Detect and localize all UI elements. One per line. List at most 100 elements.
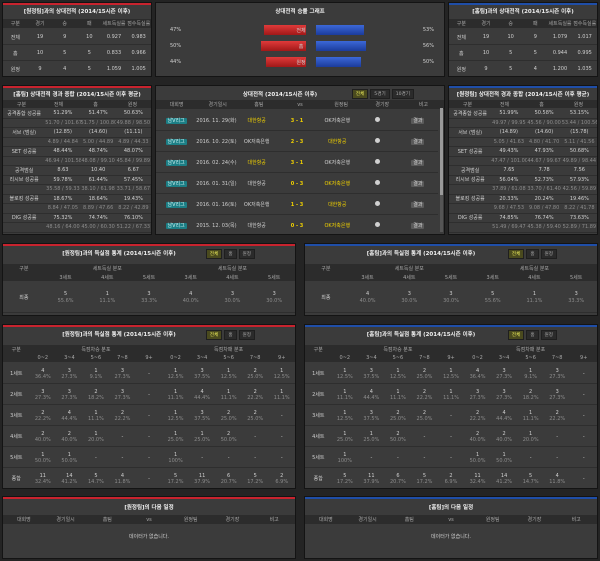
table-cell: 5 55.6% (472, 291, 514, 305)
table-cell: 4 44.4% (56, 410, 83, 422)
tab-3[interactable]: 원정 (540, 330, 557, 340)
cell-count: - (556, 433, 559, 440)
column-header: 5~6 (90, 355, 102, 361)
cell-percent: 22.2% (247, 394, 264, 401)
cell-percent: 12.5% (167, 373, 184, 380)
table-row: 원정 9 4 5 1.059 1.005 (3, 62, 151, 76)
table-cell: - (517, 455, 544, 461)
column-header: vs (297, 101, 303, 108)
cell-count: - (582, 433, 585, 440)
table-cell: - (570, 371, 597, 377)
result-button[interactable]: 결과 (411, 202, 425, 208)
table-cell: 19 (482, 34, 490, 40)
column-header: 3세트 (59, 274, 72, 281)
scrollbar[interactable] (440, 108, 443, 232)
competition-badge: 남V리그 (165, 223, 187, 229)
result-button[interactable]: 결과 (411, 223, 425, 229)
table-cell: 블로킹 성공률 (9, 196, 39, 203)
table-cell: 52.89 / 71.89 (562, 224, 597, 231)
result-button[interactable]: 결과 (411, 160, 425, 166)
table-cell: 3 27.3% (56, 368, 83, 380)
away-team: OK저축은행 (324, 118, 351, 124)
scroll-thumb[interactable] (440, 108, 443, 195)
tab-2[interactable]: 홈 (224, 330, 237, 340)
table-cell: 1 11.1% (83, 410, 110, 422)
cell-count: - (254, 454, 257, 461)
table-row: 37.89 / 61.08 33.70 / 61.40 42.56 / 59.89 (449, 185, 597, 195)
column-header: 7~8 (117, 355, 128, 361)
sets-right-panel: [홈팀]과의 득실점 통계 (2014/15시즌 이후) 전체 홈 원정 구분 세트득… (304, 243, 598, 316)
table-row: 4세트 1 25.0% 1 25.0% 2 50.0% - -2 40.0% 2 40.0% 1 20.0… (305, 427, 597, 447)
tab-2[interactable]: 홈 (526, 330, 539, 340)
table-cell: 3 30.0% (388, 291, 430, 305)
match-score: 0 - 3 (290, 222, 304, 229)
tab-1[interactable]: 전체 (205, 330, 223, 340)
table-cell: 6.67 (127, 167, 139, 174)
table-cell: 1 9.1% (517, 368, 544, 380)
table-cell: - (570, 434, 597, 440)
table-row: 블로킹 성공률 18.67% 18.64% 19.43% (3, 195, 151, 204)
result-button[interactable]: 결과 (411, 139, 425, 145)
table-row: 전체 19 9 10 0.927 0.983 (3, 30, 151, 45)
cell-percent: 11.1% (526, 297, 543, 304)
venue-icon (375, 201, 381, 206)
table-row: 블로킹 성공률 20.33% 20.24% 19.46% (449, 195, 597, 204)
panel-title: 상대전적 승률 그래프 (275, 9, 325, 15)
table-cell: 33.70 / 61.40 (527, 186, 561, 193)
row-label-header: 구분 (321, 266, 331, 272)
tab-2[interactable]: 5경기 (370, 89, 390, 99)
home-team: 대한항공 (247, 118, 266, 124)
column-header: 원정팀 (485, 517, 500, 523)
table-row: 홈 10 5 5 0.833 0.966 (3, 46, 151, 61)
tab-1[interactable]: 전체 (507, 330, 525, 340)
table-cell: 50.68% (569, 148, 589, 155)
table-cell: 11 32.4% (30, 473, 57, 485)
cell-percent: 27.3% (61, 394, 78, 401)
tab-2[interactable]: 홈 (224, 249, 237, 259)
table-cell: 9.08 / 47.80 (528, 205, 560, 212)
table-cell: 0.983 (131, 34, 146, 40)
result-button[interactable]: 결과 (411, 181, 425, 187)
column-header: 5~6 (392, 355, 404, 361)
tab-3[interactable]: 원정 (238, 330, 255, 340)
match-date: 2015. 12. 03(목) (196, 223, 237, 229)
cell-percent: 12.5% (220, 373, 237, 380)
cell-percent: 25.0% (247, 415, 264, 422)
table-cell: 9 (533, 34, 537, 40)
table-row: 4.89 / 44.84 5.00 / 44.89 4.89 / 44.33 (3, 138, 151, 147)
summary-right-panel: [홈팀]과의 상대전적 (2014/15시즌 이후) 구분 경기 승 패 세트득실률 점수… (448, 2, 598, 77)
table-cell: 1 11.1% (517, 410, 544, 422)
away-team: OK저축은행 (324, 223, 351, 229)
group-header-row: 구분 득점차승 분포 득점차패 분포 (3, 345, 295, 354)
column-header: 홈팀 (102, 517, 112, 523)
table-cell: 2 50.0% (215, 431, 242, 443)
result-button[interactable]: 결과 (411, 118, 425, 124)
table-cell: 44.67 / 99.67 (527, 157, 561, 164)
table-row: SET 성공률 49.43% 47.93% 50.68% (449, 147, 597, 157)
tab-1[interactable]: 전체 (507, 249, 525, 259)
cell-percent: 6.9% (444, 478, 458, 485)
table-cell: DIG 성공률 (457, 215, 483, 222)
table-cell: 원정 (10, 66, 20, 73)
column-header: 경기 (481, 21, 491, 27)
tab-2[interactable]: 홈 (526, 249, 539, 259)
tab-1[interactable]: 전체 (351, 89, 369, 99)
tab-3[interactable]: 원정 (238, 249, 255, 259)
cell-percent: 55.6% (484, 297, 501, 304)
tab-3[interactable]: 10경기 (391, 89, 414, 99)
cell-count: 4 (365, 290, 370, 297)
venue (357, 180, 397, 187)
cell-percent: 37.5% (194, 373, 211, 380)
cell-percent: 11.1% (273, 394, 290, 401)
table-cell: 4 44.4% (358, 389, 385, 401)
column-header: 홈 (539, 101, 544, 108)
table-row: DIG 성공률 74.85% 76.74% 73.63% (449, 214, 597, 223)
table-cell: 59.78% (53, 176, 73, 183)
row-label-header: 구분 (19, 266, 29, 272)
table-row: 최종 4 40.0% 3 30.0% 3 30.0% 5 55.6% 1 11.1% 3 33.3% (305, 283, 597, 313)
cell-percent: 33.3% (568, 297, 585, 304)
tab-3[interactable]: 원정 (540, 249, 557, 259)
cell-percent: 6.9% (275, 478, 289, 485)
match-score: 1 - 3 (290, 201, 304, 208)
tab-1[interactable]: 전체 (205, 249, 223, 259)
